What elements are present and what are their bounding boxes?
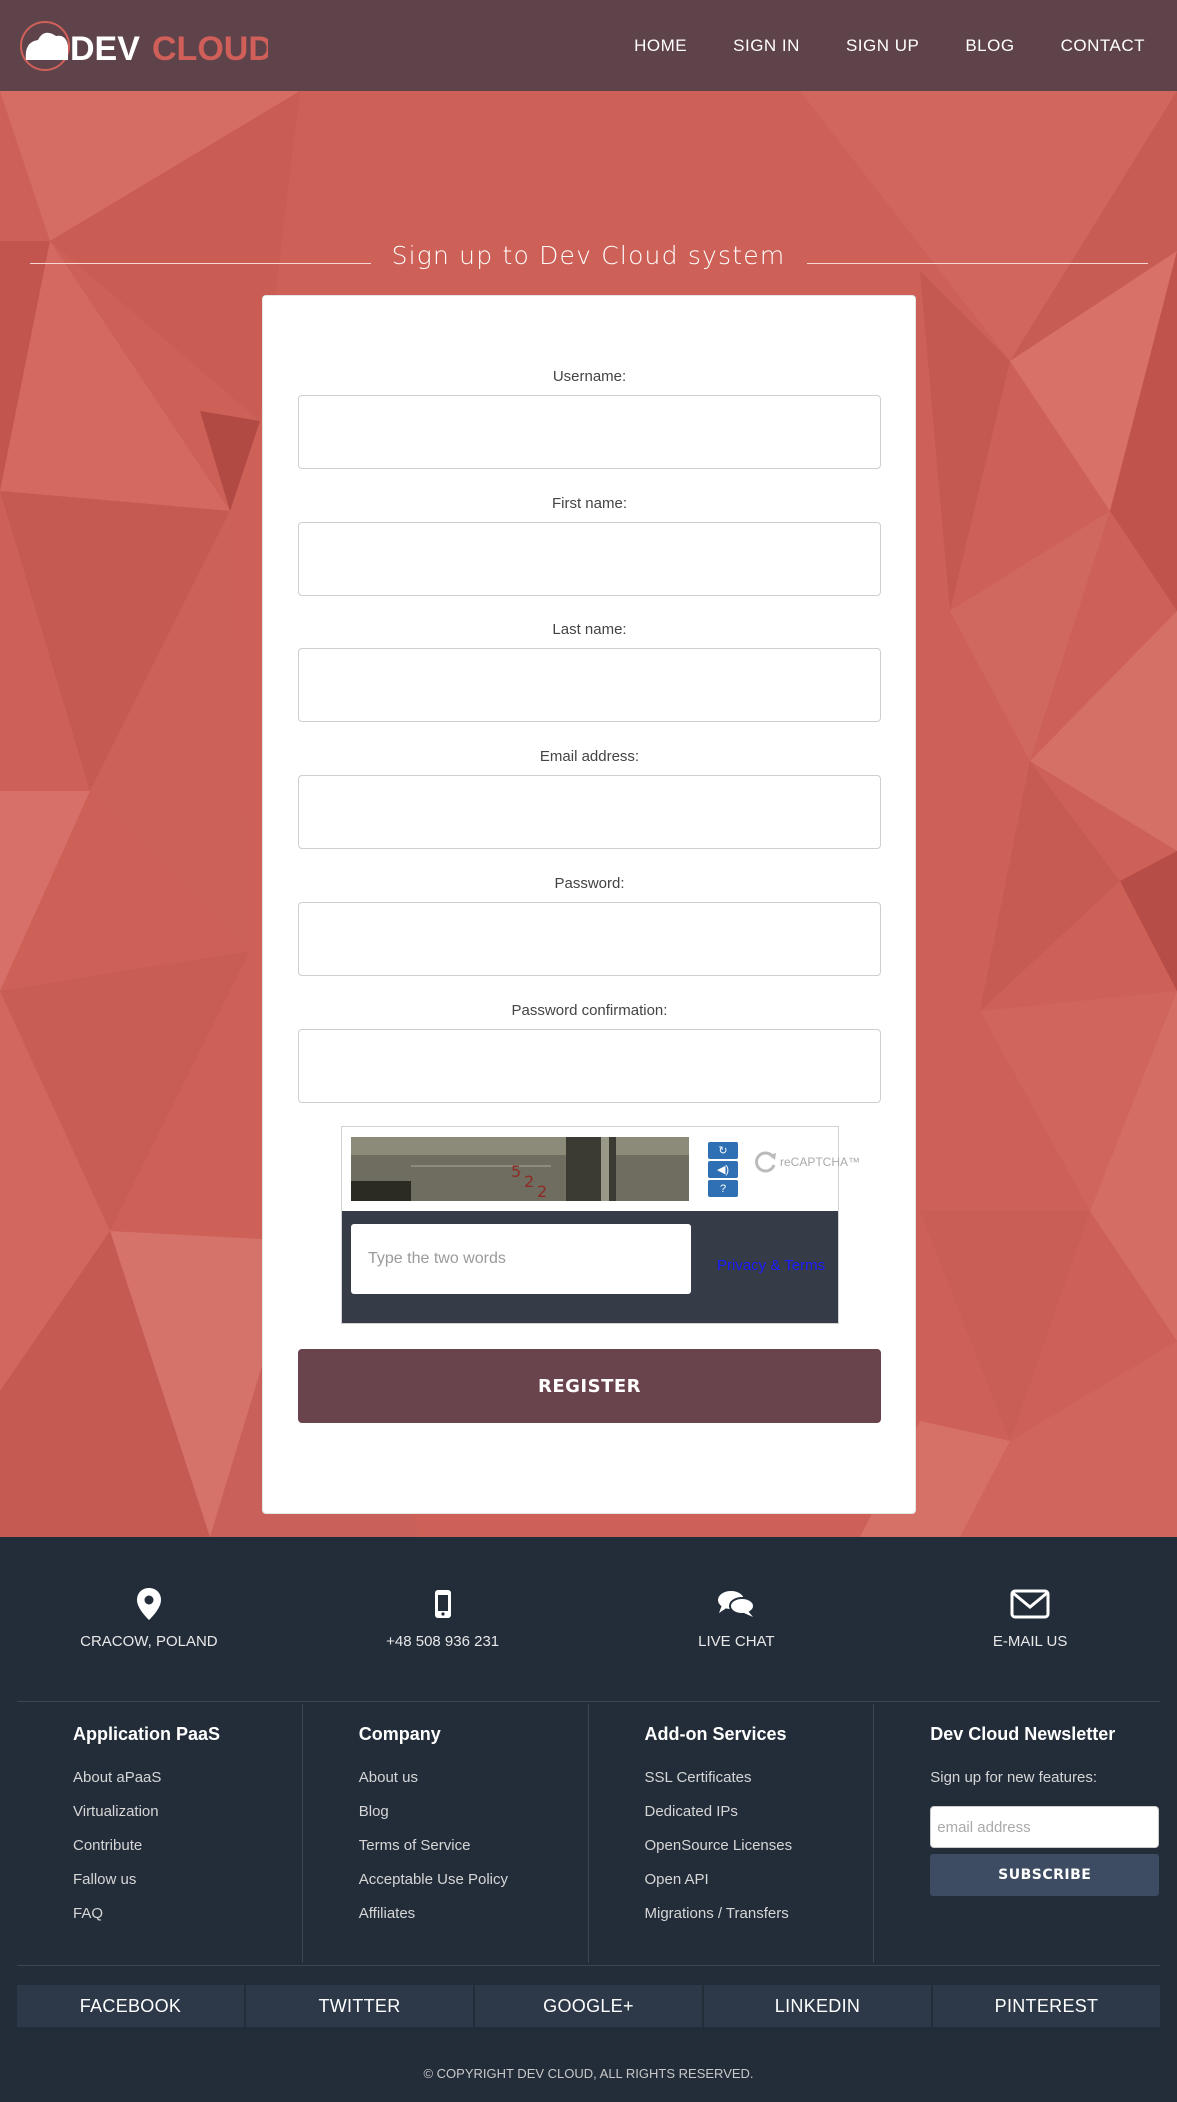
footer-columns: Application PaaS About aPaaS Virtualizat… <box>17 1704 1160 1963</box>
site-footer: CRACOW, POLAND +48 508 936 231 LIVE CHAT <box>0 1537 1177 2102</box>
svg-text:2: 2 <box>524 1172 534 1191</box>
newsletter-text: Sign up for new features: <box>930 1769 1098 1786</box>
first-name-group: First name: <box>298 495 881 596</box>
username-input[interactable] <box>298 395 881 469</box>
nav-home[interactable]: HOME <box>634 36 687 56</box>
contact-email-label: E-MAIL US <box>992 1633 1068 1650</box>
logo-text-cloud: CLOUD <box>152 30 268 68</box>
contact-location-label: CRACOW, POLAND <box>80 1633 218 1650</box>
refresh-icon[interactable]: ↻ <box>708 1142 738 1159</box>
phone-icon <box>434 1590 451 1618</box>
newsletter-title: Dev Cloud Newsletter <box>930 1724 1116 1744</box>
contact-chat[interactable]: LIVE CHAT <box>590 1587 884 1650</box>
contact-phone[interactable]: +48 508 936 231 <box>296 1587 590 1650</box>
newsletter-email-input[interactable] <box>930 1806 1160 1848</box>
site-header: DEV CLOUD HOME SIGN IN SIGN UP BLOG CONT… <box>0 0 1177 91</box>
footer-col-newsletter: Dev Cloud Newsletter Sign up for new fea… <box>874 1704 1160 1963</box>
footer-link[interactable]: FAQ <box>73 1905 302 1923</box>
footer-link[interactable]: Acceptable Use Policy <box>359 1871 588 1889</box>
recaptcha-logo: reCAPTCHA™ <box>752 1149 860 1175</box>
nav-sign-in[interactable]: SIGN IN <box>733 36 800 56</box>
subscribe-button[interactable]: SUBSCRIBE <box>930 1854 1160 1896</box>
nav-sign-up[interactable]: SIGN UP <box>846 36 919 56</box>
cloud-logo-icon: DEV CLOUD <box>20 20 268 71</box>
main-nav: HOME SIGN IN SIGN UP BLOG CONTACT <box>588 36 1159 56</box>
email-input[interactable] <box>298 775 881 849</box>
footer-link[interactable]: Fallow us <box>73 1871 302 1889</box>
footer-link[interactable]: Migrations / Transfers <box>645 1905 874 1923</box>
footer-link[interactable]: Affiliates <box>359 1905 588 1923</box>
footer-divider <box>17 1965 1160 1966</box>
captcha-response-area: Privacy & Terms <box>342 1211 838 1323</box>
signup-form: Username: First name: Last name: Email a… <box>262 295 916 1514</box>
contact-phone-label: +48 508 936 231 <box>386 1633 500 1650</box>
username-label: Username: <box>552 368 627 385</box>
footer-link[interactable]: OpenSource Licenses <box>645 1837 874 1855</box>
footer-col-title: Application PaaS <box>73 1724 221 1744</box>
nav-contact[interactable]: CONTACT <box>1061 36 1145 56</box>
social-facebook[interactable]: FACEBOOK <box>17 1985 244 2027</box>
captcha-widget: 5 2 2 ↻ ◀) ? reCAPTCHA™ Privacy & Terms <box>341 1126 860 1324</box>
footer-col-title: Add-on Services <box>644 1724 787 1744</box>
svg-text:5: 5 <box>511 1162 521 1181</box>
signup-section: Sign up to Dev Cloud system Username: Fi… <box>0 91 1177 1537</box>
password-group: Password: <box>298 875 881 976</box>
contact-chat-label: LIVE CHAT <box>698 1633 775 1650</box>
help-icon[interactable]: ? <box>708 1180 738 1197</box>
copyright: © COPYRIGHT DEV CLOUD, ALL RIGHTS RESERV… <box>423 2066 754 2081</box>
email-label: Email address: <box>539 748 640 765</box>
email-group: Email address: <box>298 748 881 849</box>
password-confirmation-label: Password confirmation: <box>511 1002 668 1019</box>
footer-link[interactable]: Contribute <box>73 1837 302 1855</box>
password-label: Password: <box>554 875 625 892</box>
page-title: Sign up to Dev Cloud system <box>391 241 786 270</box>
footer-link[interactable]: Open API <box>645 1871 874 1889</box>
password-confirmation-input[interactable] <box>298 1029 881 1103</box>
footer-col-paas: Application PaaS About aPaaS Virtualizat… <box>17 1704 303 1963</box>
recaptcha-brand-text: reCAPTCHA™ <box>780 1155 861 1169</box>
footer-link[interactable]: Blog <box>359 1803 588 1821</box>
captcha-controls: ↻ ◀) ? <box>708 1142 738 1197</box>
captcha-input[interactable] <box>351 1224 691 1294</box>
footer-link[interactable]: Virtualization <box>73 1803 302 1821</box>
password-confirmation-group: Password confirmation: <box>298 1002 881 1103</box>
register-button[interactable]: REGISTER <box>298 1349 881 1423</box>
logo[interactable]: DEV CLOUD <box>18 16 268 76</box>
captcha-image: 5 2 2 <box>351 1137 689 1201</box>
footer-col-company: Company About us Blog Terms of Service A… <box>303 1704 589 1963</box>
footer-link[interactable]: SSL Certificates <box>645 1769 874 1787</box>
social-twitter[interactable]: TWITTER <box>246 1985 473 2027</box>
username-group: Username: <box>298 368 881 469</box>
chat-icon <box>718 1591 756 1617</box>
contact-row: CRACOW, POLAND +48 508 936 231 LIVE CHAT <box>0 1587 1177 1650</box>
svg-text:2: 2 <box>537 1182 547 1201</box>
footer-col-addons: Add-on Services SSL Certificates Dedicat… <box>589 1704 875 1963</box>
last-name-input[interactable] <box>298 648 881 722</box>
nav-blog[interactable]: BLOG <box>965 36 1014 56</box>
first-name-label: First name: <box>551 495 627 512</box>
last-name-label: Last name: <box>552 621 627 638</box>
contact-email[interactable]: E-MAIL US <box>883 1587 1177 1650</box>
social-pinterest[interactable]: PINTEREST <box>933 1985 1160 2027</box>
contact-location[interactable]: CRACOW, POLAND <box>2 1587 296 1650</box>
social-linkedin[interactable]: LINKEDIN <box>704 1985 931 2027</box>
password-input[interactable] <box>298 902 881 976</box>
map-pin-icon <box>136 1588 161 1620</box>
footer-link[interactable]: About us <box>359 1769 588 1787</box>
envelope-icon <box>1010 1589 1050 1619</box>
footer-divider <box>17 1701 1160 1702</box>
social-google-plus[interactable]: GOOGLE+ <box>475 1985 702 2027</box>
footer-col-title: Company <box>358 1724 441 1744</box>
recaptcha-arrow-icon <box>755 1151 776 1173</box>
logo-text-dev: DEV <box>70 30 140 68</box>
first-name-input[interactable] <box>298 522 881 596</box>
footer-link[interactable]: Dedicated IPs <box>645 1803 874 1821</box>
privacy-terms-link[interactable]: Privacy & Terms <box>717 1257 825 1274</box>
footer-link[interactable]: Terms of Service <box>359 1837 588 1855</box>
footer-link[interactable]: About aPaaS <box>73 1769 302 1787</box>
audio-icon[interactable]: ◀) <box>708 1161 738 1178</box>
last-name-group: Last name: <box>298 621 881 722</box>
social-links: FACEBOOK TWITTER GOOGLE+ LINKEDIN PINTER… <box>17 1985 1160 2027</box>
